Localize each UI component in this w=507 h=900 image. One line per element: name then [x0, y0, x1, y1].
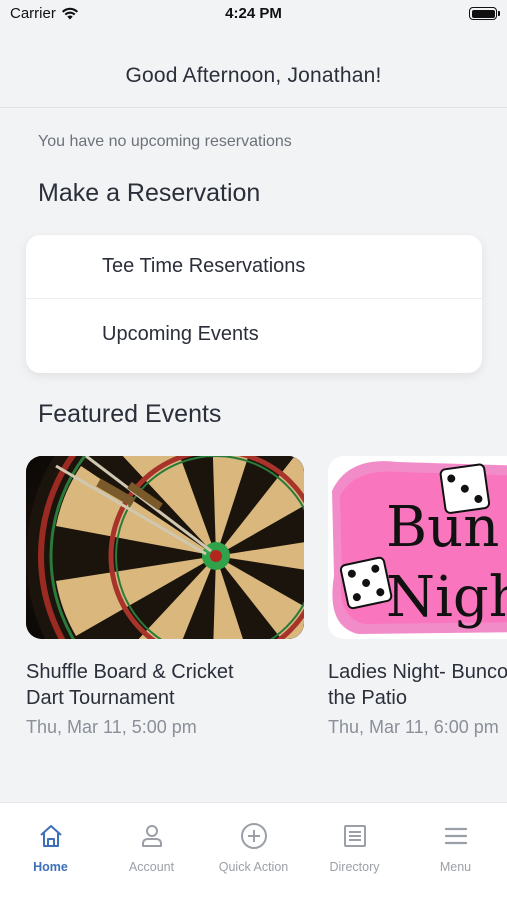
status-bar: Carrier 4:24 PM [0, 0, 507, 30]
tab-menu[interactable]: Menu [405, 821, 506, 874]
list-icon [343, 825, 366, 847]
bunco-night-image: Bun Nigh [328, 456, 507, 639]
event-card-darts[interactable]: Shuffle Board & Cricket Dart Tournament … [26, 456, 304, 738]
page-header: Good Afternoon, Jonathan! [0, 30, 507, 108]
event-card-bunco[interactable]: Bun Nigh Ladies Night- Bunco on the Pati… [328, 456, 507, 738]
event-title-line2: Dart Tournament [26, 687, 175, 709]
tab-label-quick-action: Quick Action [218, 860, 289, 874]
tab-label-menu: Menu [439, 860, 472, 874]
event-date: Thu, Mar 11, 5:00 pm [26, 717, 197, 737]
battery-icon [469, 7, 500, 20]
tee-time-reservations-button[interactable]: Tee Time Reservations [26, 235, 482, 299]
tab-quick-action[interactable]: Quick Action [203, 821, 304, 874]
upcoming-events-button[interactable]: Upcoming Events [26, 303, 482, 367]
event-title-line1: Shuffle Board & Cricket [26, 661, 234, 683]
event-title: Shuffle Board & Cricket Dart Tournament [26, 659, 304, 711]
tab-directory[interactable]: Directory [304, 821, 405, 874]
person-icon [141, 825, 162, 847]
tab-label-directory: Directory [329, 860, 380, 874]
tab-account[interactable]: Account [101, 821, 202, 874]
tab-home[interactable]: Home [0, 821, 101, 874]
tab-label-account: Account [128, 860, 175, 874]
tab-label-home: Home [33, 860, 68, 874]
plus-circle-icon [240, 823, 267, 849]
clock: 4:24 PM [225, 5, 282, 22]
tab-bar: Home Account Quick Action Directory Menu [0, 802, 507, 900]
tee-time-label: Tee Time Reservations [102, 255, 306, 277]
reservation-card: Tee Time Reservations Upcoming Events [26, 235, 482, 373]
home-icon [39, 825, 62, 847]
no-reservations-message: You have no upcoming reservations [38, 133, 292, 150]
hamburger-icon [444, 827, 467, 845]
event-title: Ladies Night- Bunco on the Patio [328, 659, 507, 711]
event-title-line2: the Patio [328, 687, 407, 709]
upcoming-events-label: Upcoming Events [102, 323, 259, 345]
dartboard-image [26, 456, 304, 639]
svg-text:Nigh: Nigh [386, 565, 507, 630]
event-title-line1: Ladies Night- Bunco on [328, 661, 507, 683]
event-date: Thu, Mar 11, 6:00 pm [328, 717, 499, 737]
greeting-title: Good Afternoon, Jonathan! [125, 64, 382, 87]
make-reservation-title: Make a Reservation [38, 179, 261, 207]
featured-events-title: Featured Events [38, 400, 222, 428]
